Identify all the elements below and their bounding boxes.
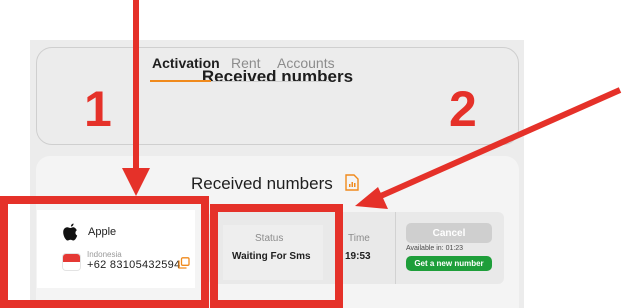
highlight-frame-2 <box>210 204 343 308</box>
tab-accounts[interactable]: Accounts <box>277 55 335 71</box>
tab-track <box>211 81 330 82</box>
tab-activation[interactable]: Activation <box>152 55 220 71</box>
active-tab-indicator <box>150 80 211 82</box>
section-title: Received numbers <box>191 174 333 193</box>
highlight-frame-1 <box>0 196 209 308</box>
annotation-number-1: 1 <box>84 81 112 137</box>
cancel-button[interactable]: Cancel <box>406 223 492 243</box>
time-label: Time <box>348 233 370 244</box>
annotation-number-2: 2 <box>449 81 477 137</box>
row-divider <box>395 212 396 284</box>
get-new-number-button[interactable]: Get a new number <box>406 256 492 271</box>
tab-rent[interactable]: Rent <box>231 55 261 71</box>
document-chart-icon[interactable] <box>345 174 359 191</box>
available-timer: Available in: 01:23 <box>406 245 464 252</box>
time-value: 19:53 <box>345 251 371 262</box>
